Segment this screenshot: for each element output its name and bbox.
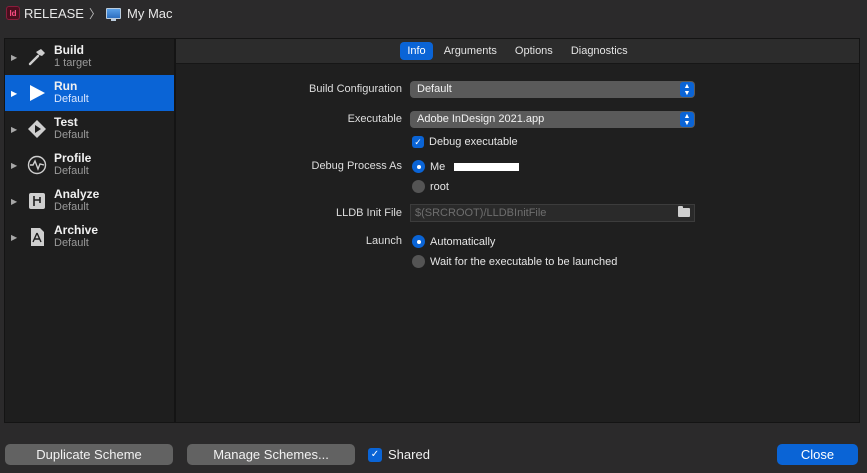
debug-executable-label: Debug executable xyxy=(429,136,518,148)
launch-wait-radio[interactable] xyxy=(412,255,425,268)
shared-checkbox[interactable]: ✓ xyxy=(368,447,382,462)
sidebar-item-label: Archive xyxy=(54,223,99,237)
launch-auto-row: Automatically xyxy=(412,235,495,248)
disclosure-triangle-icon[interactable]: ▶ xyxy=(11,53,21,62)
debug-process-root-radio[interactable] xyxy=(412,180,425,193)
test-diamond-icon xyxy=(26,118,48,140)
sidebar-item-run[interactable]: ▶ Run Default xyxy=(5,75,174,111)
sidebar-item-test[interactable]: ▶ Test Default xyxy=(5,111,174,147)
sidebar-item-subtitle: Default xyxy=(54,165,89,177)
play-icon xyxy=(26,82,48,104)
debug-process-label: Debug Process As xyxy=(311,160,403,172)
folder-icon[interactable] xyxy=(678,206,690,217)
close-button[interactable]: Close xyxy=(777,444,858,465)
build-configuration-popup[interactable]: Default ▲ ▼ xyxy=(410,81,695,98)
mac-monitor-icon xyxy=(106,7,121,21)
lldb-init-file-field[interactable]: $(SRCROOT)/LLDBInitFile xyxy=(410,204,695,222)
debug-executable-checkbox[interactable]: ✓ xyxy=(412,136,424,148)
scheme-actions-sidebar: ▶ Build 1 target ▶ Run Default ▶ Test De… xyxy=(4,38,175,423)
scheme-name[interactable]: RELEASE xyxy=(24,6,84,21)
sidebar-item-subtitle: Default xyxy=(54,93,89,105)
analyze-icon xyxy=(26,190,48,212)
disclosure-triangle-icon[interactable]: ▶ xyxy=(11,125,21,134)
tab-arguments[interactable]: Arguments xyxy=(437,42,504,60)
launch-wait-row: Wait for the executable to be launched xyxy=(412,255,617,268)
sidebar-item-analyze[interactable]: ▶ Analyze Default xyxy=(5,183,174,219)
sidebar-item-label: Run xyxy=(54,79,78,93)
launch-wait-label: Wait for the executable to be launched xyxy=(430,255,618,268)
hammer-icon xyxy=(26,46,48,68)
redacted-username xyxy=(454,162,520,171)
run-settings-panel: Info Arguments Options Diagnostics Build… xyxy=(175,38,860,423)
disclosure-triangle-icon[interactable]: ▶ xyxy=(11,89,21,98)
popup-arrows-icon: ▲ ▼ xyxy=(680,82,694,97)
sidebar-item-subtitle: Default xyxy=(54,201,89,213)
debug-process-me-row: Me xyxy=(412,160,520,173)
build-configuration-label: Build Configuration xyxy=(309,83,402,95)
sidebar-item-label: Profile xyxy=(54,151,92,165)
executable-value: Adobe InDesign 2021.app xyxy=(417,113,545,125)
destination-name[interactable]: My Mac xyxy=(127,6,173,21)
lldb-init-file-label: LLDB Init File xyxy=(335,207,402,219)
disclosure-triangle-icon[interactable]: ▶ xyxy=(11,161,21,170)
executable-popup[interactable]: Adobe InDesign 2021.app ▲ ▼ xyxy=(410,111,695,128)
sidebar-item-subtitle: 1 target xyxy=(54,57,92,69)
tab-diagnostics[interactable]: Diagnostics xyxy=(564,42,635,60)
launch-automatically-radio[interactable] xyxy=(412,235,425,248)
tab-info[interactable]: Info xyxy=(400,42,433,60)
launch-automatically-label: Automatically xyxy=(430,235,496,248)
debug-process-root-label: root xyxy=(430,180,449,193)
debug-executable-row: ✓ Debug executable xyxy=(412,136,518,148)
sidebar-item-label: Build xyxy=(54,43,84,57)
executable-label: Executable xyxy=(347,113,402,125)
duplicate-scheme-button[interactable]: Duplicate Scheme xyxy=(5,444,173,465)
tab-bar: Info Arguments Options Diagnostics xyxy=(176,39,859,64)
sidebar-item-archive[interactable]: ▶ Archive Default xyxy=(5,219,174,255)
breadcrumb: Id RELEASE 〉 My Mac xyxy=(0,0,867,26)
launch-label: Launch xyxy=(365,235,402,247)
archive-icon xyxy=(26,226,48,248)
sidebar-item-subtitle: Default xyxy=(54,129,89,141)
indesign-app-icon: Id xyxy=(6,6,20,20)
sidebar-item-label: Test xyxy=(54,115,78,129)
sidebar-item-profile[interactable]: ▶ Profile Default xyxy=(5,147,174,183)
debug-process-me-radio[interactable] xyxy=(412,160,425,173)
build-configuration-value: Default xyxy=(417,83,452,95)
breadcrumb-separator: 〉 xyxy=(88,6,101,21)
sidebar-item-label: Analyze xyxy=(54,187,100,201)
disclosure-triangle-icon[interactable]: ▶ xyxy=(11,197,21,206)
shared-row: ✓ Shared xyxy=(368,447,430,462)
sidebar-item-build[interactable]: ▶ Build 1 target xyxy=(5,39,174,75)
tab-options[interactable]: Options xyxy=(508,42,560,60)
debug-process-me-label: Me xyxy=(430,160,446,173)
waveform-icon xyxy=(26,154,48,176)
shared-label: Shared xyxy=(388,447,430,462)
debug-process-root-row: root xyxy=(412,180,449,193)
disclosure-triangle-icon[interactable]: ▶ xyxy=(11,233,21,242)
popup-arrows-icon: ▲ ▼ xyxy=(680,112,694,127)
manage-schemes-button[interactable]: Manage Schemes... xyxy=(187,444,355,465)
sidebar-item-subtitle: Default xyxy=(54,237,89,249)
lldb-init-file-placeholder: $(SRCROOT)/LLDBInitFile xyxy=(415,207,547,219)
